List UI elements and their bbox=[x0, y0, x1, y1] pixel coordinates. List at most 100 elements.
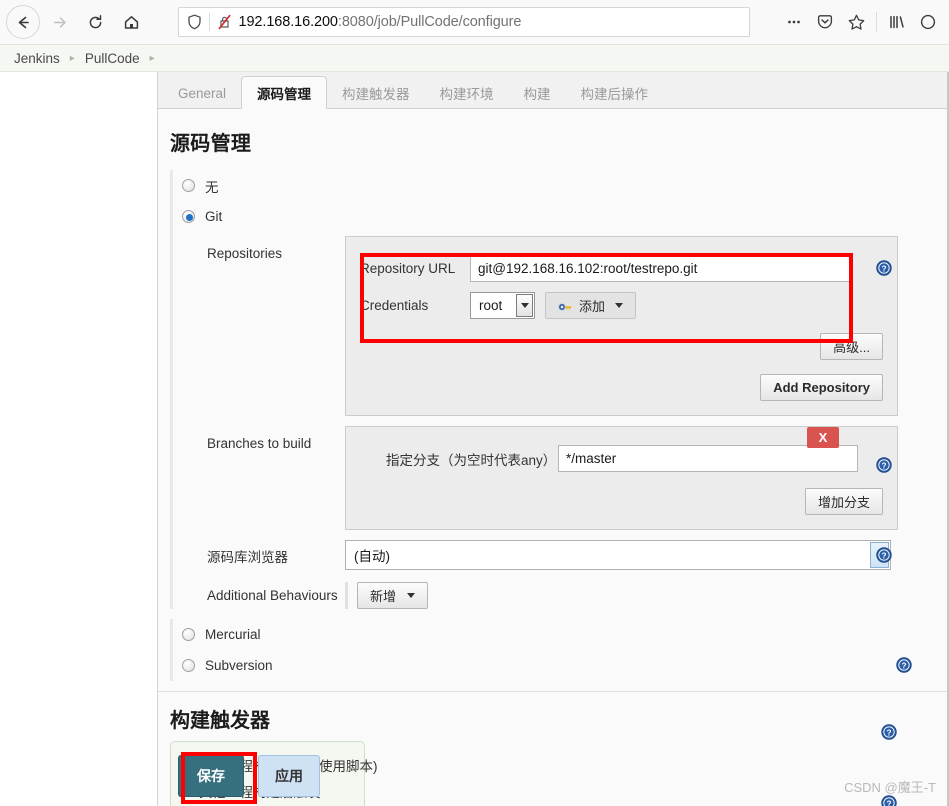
credentials-label: Credentials bbox=[360, 298, 429, 313]
scm-option-git-label: Git bbox=[205, 209, 223, 224]
add-credentials-chevron-down-icon[interactable] bbox=[615, 303, 624, 308]
bookmark-star-icon[interactable] bbox=[841, 7, 871, 37]
svg-text:?: ? bbox=[901, 661, 906, 670]
scm-option-none[interactable]: 无 bbox=[170, 170, 948, 201]
page-body: General 源码管理 构建触发器 构建环境 构建 构建后操作 源码管理 无 … bbox=[0, 72, 949, 806]
radio-mercurial-icon[interactable] bbox=[182, 628, 195, 641]
repo-browser-row: 源码库浏览器 (自动) ? bbox=[182, 538, 948, 570]
add-behaviour-chevron-down-icon[interactable] bbox=[407, 593, 416, 598]
browser-toolbar-actions bbox=[779, 7, 943, 37]
branch-spec-label: 指定分支（为空时代表any） bbox=[386, 452, 557, 468]
repo-browser-control: (自动) ? bbox=[345, 538, 948, 570]
tab-scm[interactable]: 源码管理 bbox=[241, 76, 328, 109]
add-repository-row: Add Repository bbox=[360, 360, 883, 401]
repo-browser-select[interactable]: (自动) bbox=[345, 540, 891, 570]
urlbar-container: 192.168.16.200:8080/job/PullCode/configu… bbox=[148, 7, 779, 37]
breadcrumb-separator-icon: ▸ bbox=[69, 52, 75, 64]
radio-subversion-icon[interactable] bbox=[182, 659, 195, 672]
repo-browser-label: 源码库浏览器 bbox=[207, 550, 288, 565]
advanced-button[interactable]: 高级... bbox=[820, 333, 883, 360]
credentials-select[interactable]: root bbox=[470, 292, 535, 319]
add-behaviour-button[interactable]: 新增 bbox=[357, 582, 429, 609]
build-trigger-help-icon-2[interactable]: ? bbox=[881, 795, 897, 806]
repository-url-row: Repository URL bbox=[360, 255, 883, 282]
branch-spec-row: 指定分支（为空时代表any） bbox=[360, 445, 883, 472]
branches-label: Branches to build bbox=[207, 436, 312, 451]
scm-option-git[interactable]: Git bbox=[170, 201, 948, 232]
scm-option-subversion-label: Subversion bbox=[205, 658, 273, 673]
url-text: 192.168.16.200:8080/job/PullCode/configu… bbox=[238, 14, 522, 30]
tab-build-environment[interactable]: 构建环境 bbox=[425, 78, 509, 108]
add-branch-button[interactable]: 增加分支 bbox=[804, 488, 883, 515]
url-input[interactable]: 192.168.16.200:8080/job/PullCode/configu… bbox=[177, 7, 750, 37]
account-icon[interactable] bbox=[913, 7, 943, 37]
config-tabbar: General 源码管理 构建触发器 构建环境 构建 构建后操作 bbox=[158, 72, 948, 109]
additional-behaviours-row: Additional Behaviours 新增 bbox=[182, 582, 948, 609]
branch-spec-help-icon[interactable]: ? bbox=[876, 457, 892, 473]
repositories-label: Repositories bbox=[207, 246, 283, 261]
forward-arrow-icon bbox=[42, 5, 76, 39]
breadcrumb-separator-icon-2: ▸ bbox=[149, 52, 155, 64]
add-repository-button[interactable]: Add Repository bbox=[760, 374, 883, 401]
repository-fields: Repository URL Credentials root bbox=[360, 249, 883, 327]
build-trigger-help-icon[interactable]: ? bbox=[881, 724, 897, 740]
advanced-row: 高级... bbox=[360, 327, 883, 360]
page-actions-ellipsis-icon[interactable] bbox=[779, 7, 809, 37]
add-credentials-button[interactable]: 添加 bbox=[545, 292, 637, 319]
repositories-row: Repositories Repository URL git@192.168.… bbox=[182, 232, 948, 416]
repositories-panel: Repository URL Credentials root bbox=[345, 236, 898, 416]
branches-control: 指定分支（为空时代表any） 增加分支 X ? bbox=[345, 422, 948, 530]
scm-option-mercurial[interactable]: Mercurial bbox=[170, 619, 948, 650]
tab-build-triggers[interactable]: 构建触发器 bbox=[327, 78, 425, 108]
browser-toolbar: 192.168.16.200:8080/job/PullCode/configu… bbox=[0, 0, 949, 45]
scm-option-subversion[interactable]: Subversion ? bbox=[170, 650, 948, 681]
reload-icon[interactable] bbox=[78, 5, 112, 39]
configure-form-panel: General 源码管理 构建触发器 构建环境 构建 构建后操作 源码管理 无 … bbox=[157, 72, 949, 806]
scm-form: 无 Git Repositories Repository URL git@19… bbox=[158, 170, 948, 681]
save-button[interactable]: 保存 bbox=[178, 755, 244, 797]
repositories-help-icon[interactable]: ? bbox=[876, 260, 892, 276]
credentials-chevron-down-icon[interactable] bbox=[516, 294, 533, 317]
svg-text:?: ? bbox=[886, 728, 891, 737]
repo-browser-help-icon[interactable]: ? bbox=[876, 547, 892, 563]
save-to-pocket-icon[interactable] bbox=[810, 7, 840, 37]
apply-button[interactable]: 应用 bbox=[258, 755, 320, 797]
left-sidebar bbox=[0, 72, 157, 806]
toolbar-divider bbox=[876, 12, 877, 32]
svg-text:?: ? bbox=[881, 264, 886, 273]
add-credentials-label: 添加 bbox=[579, 299, 606, 314]
back-arrow-icon[interactable] bbox=[6, 5, 40, 39]
radio-git-icon[interactable] bbox=[182, 210, 195, 223]
panel-right-edge bbox=[947, 72, 948, 806]
build-triggers-title: 构建触发器 bbox=[170, 710, 270, 732]
floating-save-bar: 保存 应用 bbox=[158, 746, 363, 806]
breadcrumb-item-pullcode[interactable]: PullCode bbox=[85, 51, 140, 66]
library-icon[interactable] bbox=[882, 7, 912, 37]
repo-browser-value: (自动) bbox=[354, 549, 390, 564]
repositories-panel-inner: Repository URL Credentials root bbox=[346, 237, 897, 415]
breadcrumb: Jenkins ▸ PullCode ▸ bbox=[0, 45, 949, 72]
radio-none-icon[interactable] bbox=[182, 179, 195, 192]
delete-branch-button[interactable]: X bbox=[807, 427, 839, 448]
repository-url-input[interactable] bbox=[470, 255, 850, 282]
add-behaviour-label: 新增 bbox=[370, 589, 397, 604]
credentials-row: Credentials root 添加 bbox=[360, 292, 883, 319]
tab-post-build[interactable]: 构建后操作 bbox=[566, 78, 664, 108]
repositories-control: Repository URL Credentials root bbox=[345, 232, 948, 416]
navigation-buttons bbox=[6, 5, 148, 39]
svg-text:?: ? bbox=[886, 799, 891, 806]
tab-general[interactable]: General bbox=[163, 78, 241, 108]
branches-row: Branches to build 指定分支（为空时代表any） 增加分支 bbox=[182, 422, 948, 530]
scm-option-mercurial-label: Mercurial bbox=[205, 627, 261, 642]
additional-behaviours-label: Additional Behaviours bbox=[207, 588, 338, 603]
subversion-help-icon[interactable]: ? bbox=[896, 657, 912, 673]
home-icon[interactable] bbox=[114, 5, 148, 39]
insecure-lock-crossed-icon[interactable] bbox=[217, 14, 232, 30]
repository-url-label: Repository URL bbox=[360, 261, 456, 276]
branch-spec-input[interactable] bbox=[558, 445, 858, 472]
branches-panel: 指定分支（为空时代表any） 增加分支 X bbox=[345, 426, 898, 530]
svg-text:?: ? bbox=[881, 551, 886, 560]
tab-build[interactable]: 构建 bbox=[509, 78, 566, 108]
tracking-protection-shield-icon[interactable] bbox=[187, 14, 202, 30]
breadcrumb-item-jenkins[interactable]: Jenkins bbox=[14, 51, 60, 66]
